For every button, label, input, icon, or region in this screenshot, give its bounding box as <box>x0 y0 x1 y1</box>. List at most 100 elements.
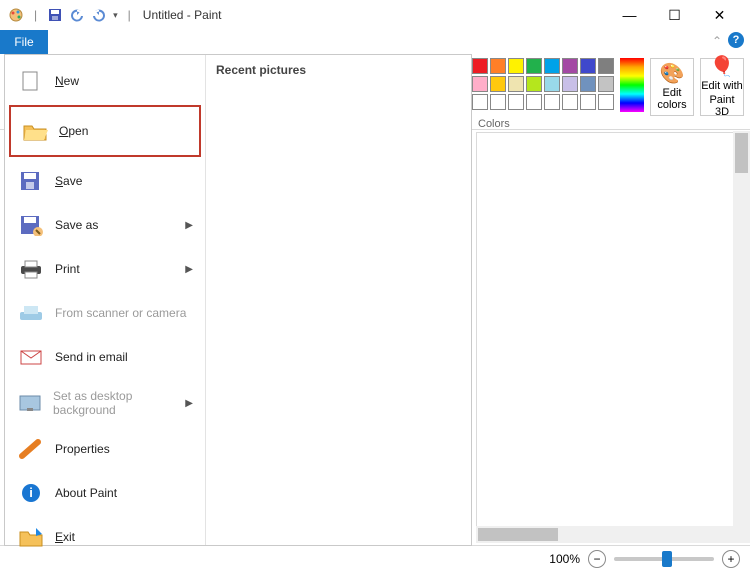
menu-label: Send in email <box>55 350 128 364</box>
canvas[interactable] <box>476 132 746 543</box>
menu-label: Properties <box>55 442 110 456</box>
color-swatch[interactable] <box>598 94 614 110</box>
submenu-chevron-icon: ▶ <box>185 220 193 231</box>
color-swatch[interactable] <box>508 76 524 92</box>
color-swatch[interactable] <box>580 58 596 74</box>
qat-undo-button[interactable] <box>69 7 85 23</box>
menu-label: Set as desktop background <box>53 389 175 417</box>
submenu-chevron-icon: ▶ <box>185 398 193 409</box>
window-controls: — ☐ ✕ <box>607 0 742 30</box>
color-swatch[interactable] <box>472 76 488 92</box>
separator: | <box>34 8 37 22</box>
minimize-button[interactable]: — <box>607 0 652 30</box>
submenu-chevron-icon: ▶ <box>185 264 193 275</box>
color-swatch[interactable] <box>490 58 506 74</box>
exit-icon <box>17 525 45 549</box>
color-swatch[interactable] <box>598 58 614 74</box>
paint3d-icon: 🎈 <box>710 56 735 78</box>
quick-access-toolbar: | ▾ | <box>8 7 135 23</box>
paint3d-button[interactable]: 🎈 Edit with Paint 3D <box>700 58 744 116</box>
color-swatch[interactable] <box>490 76 506 92</box>
zoom-in-button[interactable]: + <box>722 550 740 568</box>
color-swatch[interactable] <box>562 58 578 74</box>
wallpaper-icon <box>17 391 43 415</box>
window-title: Untitled - Paint <box>143 8 222 22</box>
paint-icon <box>8 7 24 23</box>
file-menu-about[interactable]: i About Paint <box>5 471 205 515</box>
menu-label: Print <box>55 262 80 276</box>
zoom-out-button[interactable]: − <box>588 550 606 568</box>
save-icon <box>17 169 45 193</box>
help-button[interactable]: ? <box>728 32 744 48</box>
open-icon <box>21 119 49 143</box>
qat-redo-button[interactable] <box>91 7 107 23</box>
file-menu-new[interactable]: New <box>5 59 205 103</box>
file-menu-exit[interactable]: Exit <box>5 515 205 559</box>
titlebar: | ▾ | Untitled - Paint — ☐ ✕ <box>0 0 750 30</box>
color-swatch[interactable] <box>526 94 542 110</box>
menu-label: Save <box>55 174 82 188</box>
file-menu: New Open Save Save as ▶ Print ▶ From scanner or… <box>4 54 472 546</box>
color-swatch[interactable] <box>580 76 596 92</box>
color-swatches <box>454 58 614 116</box>
menu-label: Open <box>59 124 88 138</box>
color-swatch[interactable] <box>526 76 542 92</box>
qat-customize-dropdown[interactable]: ▾ <box>113 10 118 21</box>
file-menu-properties[interactable]: Properties <box>5 427 205 471</box>
color-swatch[interactable] <box>544 76 560 92</box>
file-menu-scanner: From scanner or camera <box>5 291 205 335</box>
color-swatch[interactable] <box>508 94 524 110</box>
print-icon <box>17 257 45 281</box>
color-swatch[interactable] <box>562 94 578 110</box>
zoom-slider-thumb[interactable] <box>662 551 672 567</box>
color-swatch[interactable] <box>544 58 560 74</box>
color-swatch[interactable] <box>472 58 488 74</box>
zoom-slider[interactable] <box>614 557 714 561</box>
menu-label: About Paint <box>55 486 117 500</box>
color-swatch[interactable] <box>598 76 614 92</box>
qat-save-button[interactable] <box>47 7 63 23</box>
color-swatch[interactable] <box>544 94 560 110</box>
file-menu-save-as[interactable]: Save as ▶ <box>5 203 205 247</box>
scrollbar-thumb[interactable] <box>478 528 558 541</box>
file-menu-items: New Open Save Save as ▶ Print ▶ From scanner or… <box>5 55 205 545</box>
maximize-button[interactable]: ☐ <box>652 0 697 30</box>
color-swatch[interactable] <box>472 94 488 110</box>
paint3d-label-1: Edit with <box>701 80 743 92</box>
color-swatch[interactable] <box>508 58 524 74</box>
zoom-percent: 100% <box>549 552 580 566</box>
ribbon-tabs: File <box>0 30 750 54</box>
email-icon <box>17 345 45 369</box>
paint3d-label-2: Paint 3D <box>701 94 743 118</box>
new-icon <box>17 69 45 93</box>
vertical-scrollbar[interactable] <box>733 131 750 543</box>
file-menu-save[interactable]: Save <box>5 159 205 203</box>
menu-label: Save as <box>55 218 98 232</box>
color-swatch[interactable] <box>580 94 596 110</box>
file-tab[interactable]: File <box>0 30 48 54</box>
color-swatch[interactable] <box>490 94 506 110</box>
color-swatch[interactable] <box>562 76 578 92</box>
collapse-ribbon-button[interactable]: ⌃ <box>712 34 722 48</box>
properties-icon <box>17 437 45 461</box>
file-menu-wallpaper: Set as desktop background ▶ <box>5 379 205 427</box>
palette-icon: 🎨 <box>660 63 685 85</box>
save-as-icon <box>17 213 45 237</box>
color-swatch[interactable] <box>526 58 542 74</box>
file-menu-open[interactable]: Open <box>9 105 201 157</box>
file-menu-print[interactable]: Print ▶ <box>5 247 205 291</box>
edit-colors-label: Edit colors <box>651 87 693 111</box>
about-icon: i <box>17 481 45 505</box>
edit-colors-button[interactable]: 🎨 Edit colors <box>650 58 694 116</box>
recent-pictures-panel: Recent pictures <box>205 55 471 545</box>
separator: | <box>128 8 131 22</box>
file-menu-email[interactable]: Send in email <box>5 335 205 379</box>
scrollbar-thumb[interactable] <box>735 133 748 173</box>
menu-label: Exit <box>55 530 75 544</box>
color-spectrum-icon <box>620 58 644 112</box>
close-button[interactable]: ✕ <box>697 0 742 30</box>
horizontal-scrollbar[interactable] <box>476 526 733 543</box>
svg-text:i: i <box>29 485 33 500</box>
colors-group: 🎨 Edit colors 🎈 Edit with Paint 3D <box>454 58 744 116</box>
scanner-icon <box>17 301 45 325</box>
